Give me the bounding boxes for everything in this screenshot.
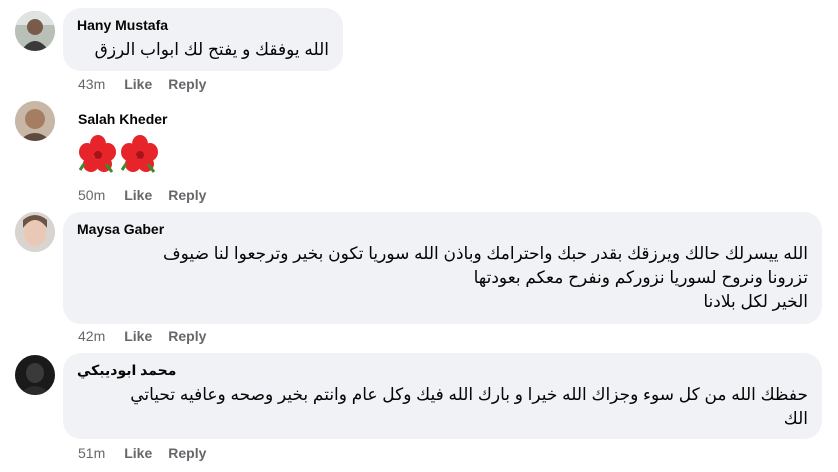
comment-time[interactable]: 51m: [78, 445, 105, 461]
comment-bubble: Hany Mustafa الله يوفقك و يفتح لك ابواب …: [63, 8, 343, 71]
avatar[interactable]: [15, 212, 55, 252]
comment-author[interactable]: Hany Mustafa: [77, 16, 329, 34]
like-button[interactable]: Like: [124, 76, 152, 92]
comment-text: حفظك الله من كل سوء وجزاك الله خيرا و با…: [130, 385, 808, 428]
hibiscus-flower-icon: [120, 134, 160, 179]
reply-button[interactable]: Reply: [168, 328, 206, 344]
comment-actions: 43m Like Reply: [78, 76, 222, 92]
reply-button[interactable]: Reply: [168, 76, 206, 92]
comment-bubble: Maysa Gaber الله ييسرلك حالك ويرزقك بقدر…: [63, 212, 822, 324]
comment-author[interactable]: Maysa Gaber: [77, 220, 808, 238]
reply-button[interactable]: Reply: [168, 187, 206, 203]
comment-bubble: محمد ابوديبكي حفظك الله من كل سوء وجزاك …: [63, 353, 822, 439]
comment-actions: 51m Like Reply: [78, 445, 222, 461]
comment-text: الله يوفقك و يفتح لك ابواب الرزق: [94, 40, 329, 59]
avatar[interactable]: [15, 11, 55, 51]
comment-author[interactable]: Salah Kheder: [78, 110, 167, 128]
avatar[interactable]: [15, 101, 55, 141]
comment-actions: 50m Like Reply: [78, 187, 222, 203]
comment-actions: 42m Like Reply: [78, 328, 222, 344]
like-button[interactable]: Like: [124, 445, 152, 461]
reply-button[interactable]: Reply: [168, 445, 206, 461]
comment-text: الله ييسرلك حالك ويرزقك بقدر حبك واحترام…: [163, 244, 808, 311]
avatar[interactable]: [15, 355, 55, 395]
emoji-row: [78, 134, 167, 179]
comment-time[interactable]: 43m: [78, 76, 105, 92]
hibiscus-flower-icon: [78, 134, 118, 179]
comment-time[interactable]: 50m: [78, 187, 105, 203]
comment-author[interactable]: محمد ابوديبكي: [77, 361, 808, 379]
like-button[interactable]: Like: [124, 187, 152, 203]
like-button[interactable]: Like: [124, 328, 152, 344]
comment-time[interactable]: 42m: [78, 328, 105, 344]
